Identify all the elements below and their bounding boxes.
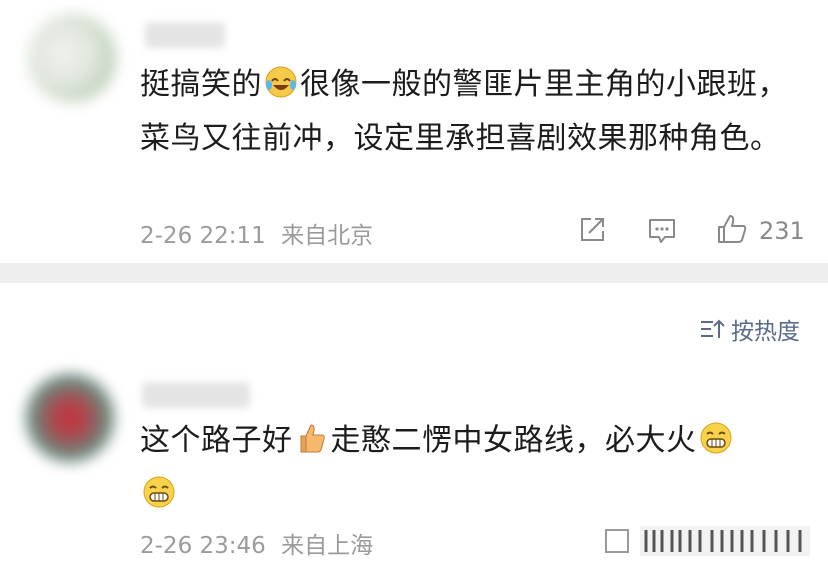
username[interactable]	[145, 22, 225, 48]
grin-emoji	[143, 476, 175, 508]
comment-item: 挺搞笑的 很像一般的警匪片里主角的小跟班，菜鸟又往前冲，设定里承担喜剧效果那种角色…	[0, 0, 828, 263]
laugh-tears-emoji	[265, 66, 297, 98]
share-icon[interactable]	[577, 215, 607, 245]
like-icon[interactable]	[716, 213, 748, 245]
thumbs-up-emoji	[300, 424, 325, 453]
like-count: 231	[759, 217, 805, 245]
grin-emoji	[700, 422, 731, 454]
comment-meta: 2-26 23:46 来自上海	[140, 526, 381, 560]
avatar[interactable]	[26, 374, 114, 462]
comment-meta: 2-26 22:11 来自北京	[140, 216, 381, 250]
comment-time: 2-26 23:46	[140, 533, 266, 559]
username[interactable]	[142, 382, 250, 408]
sort-icon	[701, 319, 725, 338]
comment-location: 来自上海	[281, 533, 374, 559]
action-bar-faded	[605, 526, 810, 556]
comment-location: 来自北京	[281, 223, 374, 249]
sort-button[interactable]: 按热度	[699, 312, 800, 346]
comment-text: 这个路子好 走憨二愣中女路线，必大火	[140, 414, 790, 522]
comment-icon[interactable]	[646, 215, 678, 247]
sort-label: 按热度	[731, 319, 800, 345]
comment-time: 2-26 22:11	[140, 223, 266, 249]
section-divider	[0, 263, 828, 283]
comment-text: 挺搞笑的 很像一般的警匪片里主角的小跟班，菜鸟又往前冲，设定里承担喜剧效果那种角色…	[140, 66, 788, 156]
avatar[interactable]	[28, 14, 116, 102]
